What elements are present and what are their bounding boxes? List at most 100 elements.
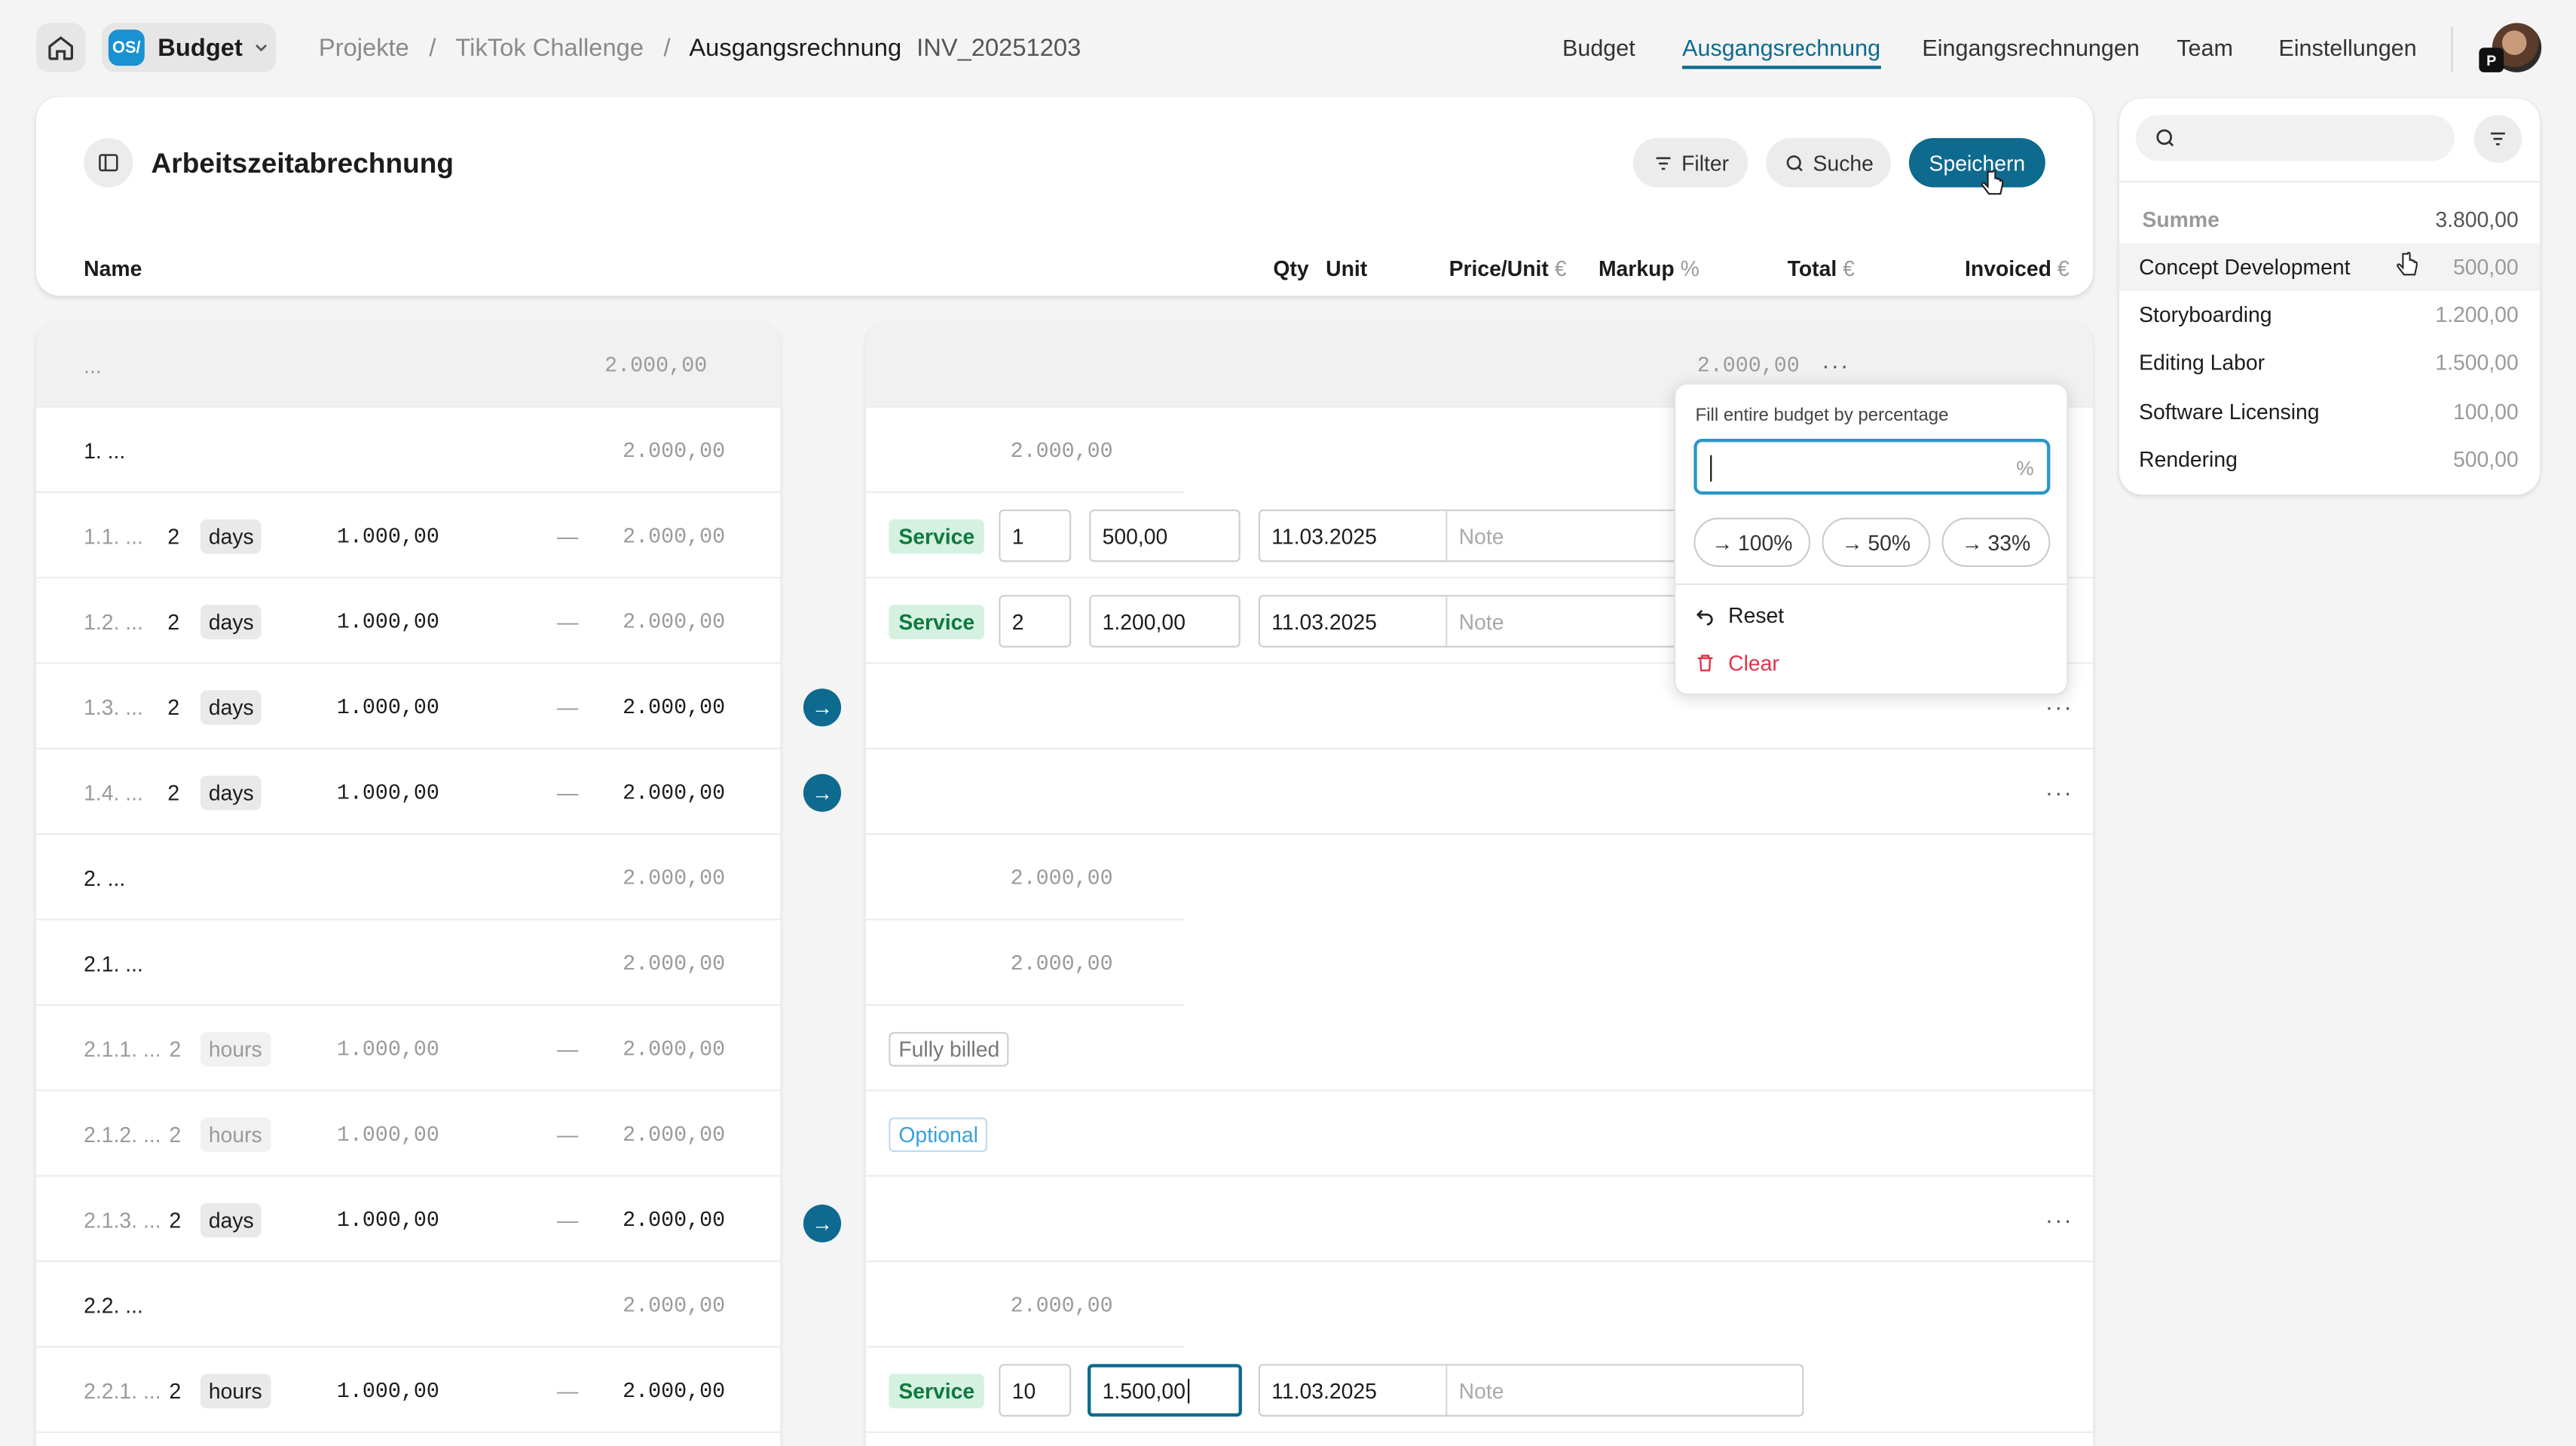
more-options-icon[interactable]: ··· (2045, 749, 2073, 835)
nav-ausgangsrechnung[interactable]: Ausgangsrechnung (1682, 35, 1881, 69)
nav-budget[interactable]: Budget (1562, 35, 1635, 61)
chip-33-percent[interactable]: → 33% (1941, 517, 2051, 568)
row-price: 1.000,00 (336, 1121, 439, 1147)
summary-item[interactable]: Rendering 500,00 (2119, 436, 2540, 483)
table-row: ··· (865, 1177, 2094, 1263)
row-unit: hours (200, 1373, 271, 1408)
os-logo: OS/ (108, 29, 145, 66)
breadcrumb-projekte[interactable]: Projekte (319, 35, 409, 63)
more-options-icon[interactable]: ··· (2045, 1177, 2073, 1262)
table-row: 1.2. ... 2 days 1.000,00 — 2.000,00 (35, 578, 781, 664)
column-unit: Unit (1326, 256, 1368, 281)
date-value: 11.03.2025 (1271, 608, 1377, 634)
summary-search-input[interactable] (2135, 115, 2455, 161)
row-label: 2.2.1. ... (84, 1377, 161, 1403)
transfer-arrow-button[interactable]: → (803, 774, 842, 812)
row-total: 2.000,00 (623, 1121, 726, 1147)
position-tag[interactable]: Service (889, 518, 985, 553)
position-tag[interactable]: Service (889, 604, 985, 639)
toggle-sidebar-button[interactable] (84, 138, 133, 188)
nav-eingangsrechnungen[interactable]: Eingangsrechnungen (1922, 35, 2139, 61)
table-row: 2. ... 2.000,00 (35, 835, 781, 921)
clear-button[interactable]: Clear (1696, 651, 1779, 676)
invoice-id: INV_20251203 (916, 34, 1081, 63)
row-total: 2.000,00 (623, 1036, 726, 1062)
filter-button[interactable]: Filter (1632, 138, 1748, 188)
row-invoiced-total: 2.000,00 (1010, 951, 1113, 976)
row-label: 1.1. ... (84, 523, 143, 548)
invoice-qty-input[interactable]: 2 (999, 595, 1072, 648)
invoice-qty-input[interactable]: 1 (999, 509, 1072, 562)
chip-50-percent[interactable]: → 50% (1822, 517, 1931, 568)
row-price: 1.000,00 (336, 694, 439, 719)
table-row: 1.1. ... 2 days 1.000,00 — 2.000,00 (35, 493, 781, 579)
row-price: 1.000,00 (336, 608, 439, 634)
avatar-badge: P (2479, 47, 2504, 72)
row-markup: — (556, 523, 579, 548)
transfer-arrow-button[interactable]: → (803, 688, 842, 727)
summary-item-label: Rendering (2139, 446, 2238, 472)
row-label: 1.4. ... (84, 780, 143, 805)
filter-label: Filter (1681, 150, 1730, 176)
percentage-input[interactable]: % (1693, 439, 2051, 495)
row-markup: — (556, 608, 579, 634)
hand-cursor-icon (2397, 252, 2418, 276)
breadcrumb-project[interactable]: TikTok Challenge (455, 35, 644, 63)
date-value: 11.03.2025 (1271, 523, 1377, 548)
reset-button[interactable]: Reset (1696, 603, 1784, 628)
invoice-price-input[interactable]: 500,00 (1089, 509, 1241, 562)
table-row: 2.2.1. ... 2 hours 1.000,00 — 2.000,00 (35, 1347, 781, 1433)
row-total: 2.000,00 (623, 437, 726, 463)
summary-item-label: Concept Development (2139, 254, 2351, 280)
budget-selector[interactable]: OS/ Budget (102, 23, 277, 72)
transfer-arrow-button[interactable]: → (803, 1204, 842, 1242)
header-card (35, 97, 2094, 296)
nav-team[interactable]: Team (2177, 35, 2233, 61)
summary-item-label: Editing Labor (2139, 350, 2265, 375)
invoice-price-input[interactable]: 1.200,00 (1089, 595, 1241, 648)
summary-filter-button[interactable] (2474, 115, 2522, 163)
row-label: 1. ... (84, 437, 126, 463)
row-markup: — (556, 1036, 579, 1062)
popover-title: Fill entire budget by percentage (1695, 406, 1949, 426)
note-placeholder: Note (1458, 523, 1504, 548)
invoice-date-input[interactable]: 11.03.2025 Note (1258, 1364, 1804, 1417)
summary-total-label: Summe (2142, 207, 2220, 232)
row-total: 2.000,00 (623, 523, 726, 548)
row-total: 2.000,00 (623, 865, 726, 890)
row-unit: days (200, 1202, 262, 1237)
breadcrumb: Projekte / TikTok Challenge / Ausgangsre… (319, 35, 1081, 63)
summary-item-value: 500,00 (2452, 446, 2519, 472)
summary-item-value: 1.200,00 (2435, 302, 2519, 327)
undo-icon (1696, 608, 1713, 625)
arrow-right-icon: → (1712, 529, 1733, 555)
arrow-right-icon: → (1961, 529, 1983, 555)
row-qty: 2 (167, 780, 180, 805)
position-tag[interactable]: Service (889, 1373, 985, 1408)
nav-einstellungen[interactable]: Einstellungen (2278, 35, 2416, 61)
column-markup: Markup % (1598, 256, 1699, 281)
home-button[interactable] (35, 23, 86, 72)
chip-100-percent[interactable]: → 100% (1693, 517, 1811, 568)
row-invoiced-total: 2.000,00 (1010, 865, 1113, 890)
row-qty: 2 (167, 608, 180, 634)
invoice-qty-input[interactable]: 10 (999, 1364, 1072, 1417)
row-total: 2.000,00 (623, 1292, 726, 1318)
nav-divider (2451, 26, 2453, 72)
summary-item[interactable]: Editing Labor 1.500,00 (2119, 339, 2540, 386)
summary-item[interactable]: Concept Development 500,00 (2119, 243, 2540, 291)
row-total: 2.000,00 (604, 352, 708, 378)
save-button[interactable]: Speichern (1908, 138, 2045, 188)
row-qty: 2 (169, 1377, 182, 1403)
invoice-price-input[interactable]: 1.500,00 (1088, 1364, 1242, 1417)
row-qty: 2 (167, 694, 180, 719)
row-unit: days (200, 604, 262, 639)
summary-item[interactable]: Storyboarding 1.200,00 (2119, 291, 2540, 339)
search-icon (1785, 155, 1802, 171)
column-total: Total € (1787, 256, 1855, 281)
percent-sign: % (2016, 456, 2034, 480)
search-button[interactable]: Suche (1766, 138, 1891, 188)
table-row: ··· (865, 749, 2094, 835)
summary-item[interactable]: Software Licensing 100,00 (2119, 388, 2540, 435)
row-unit: days (200, 518, 262, 553)
